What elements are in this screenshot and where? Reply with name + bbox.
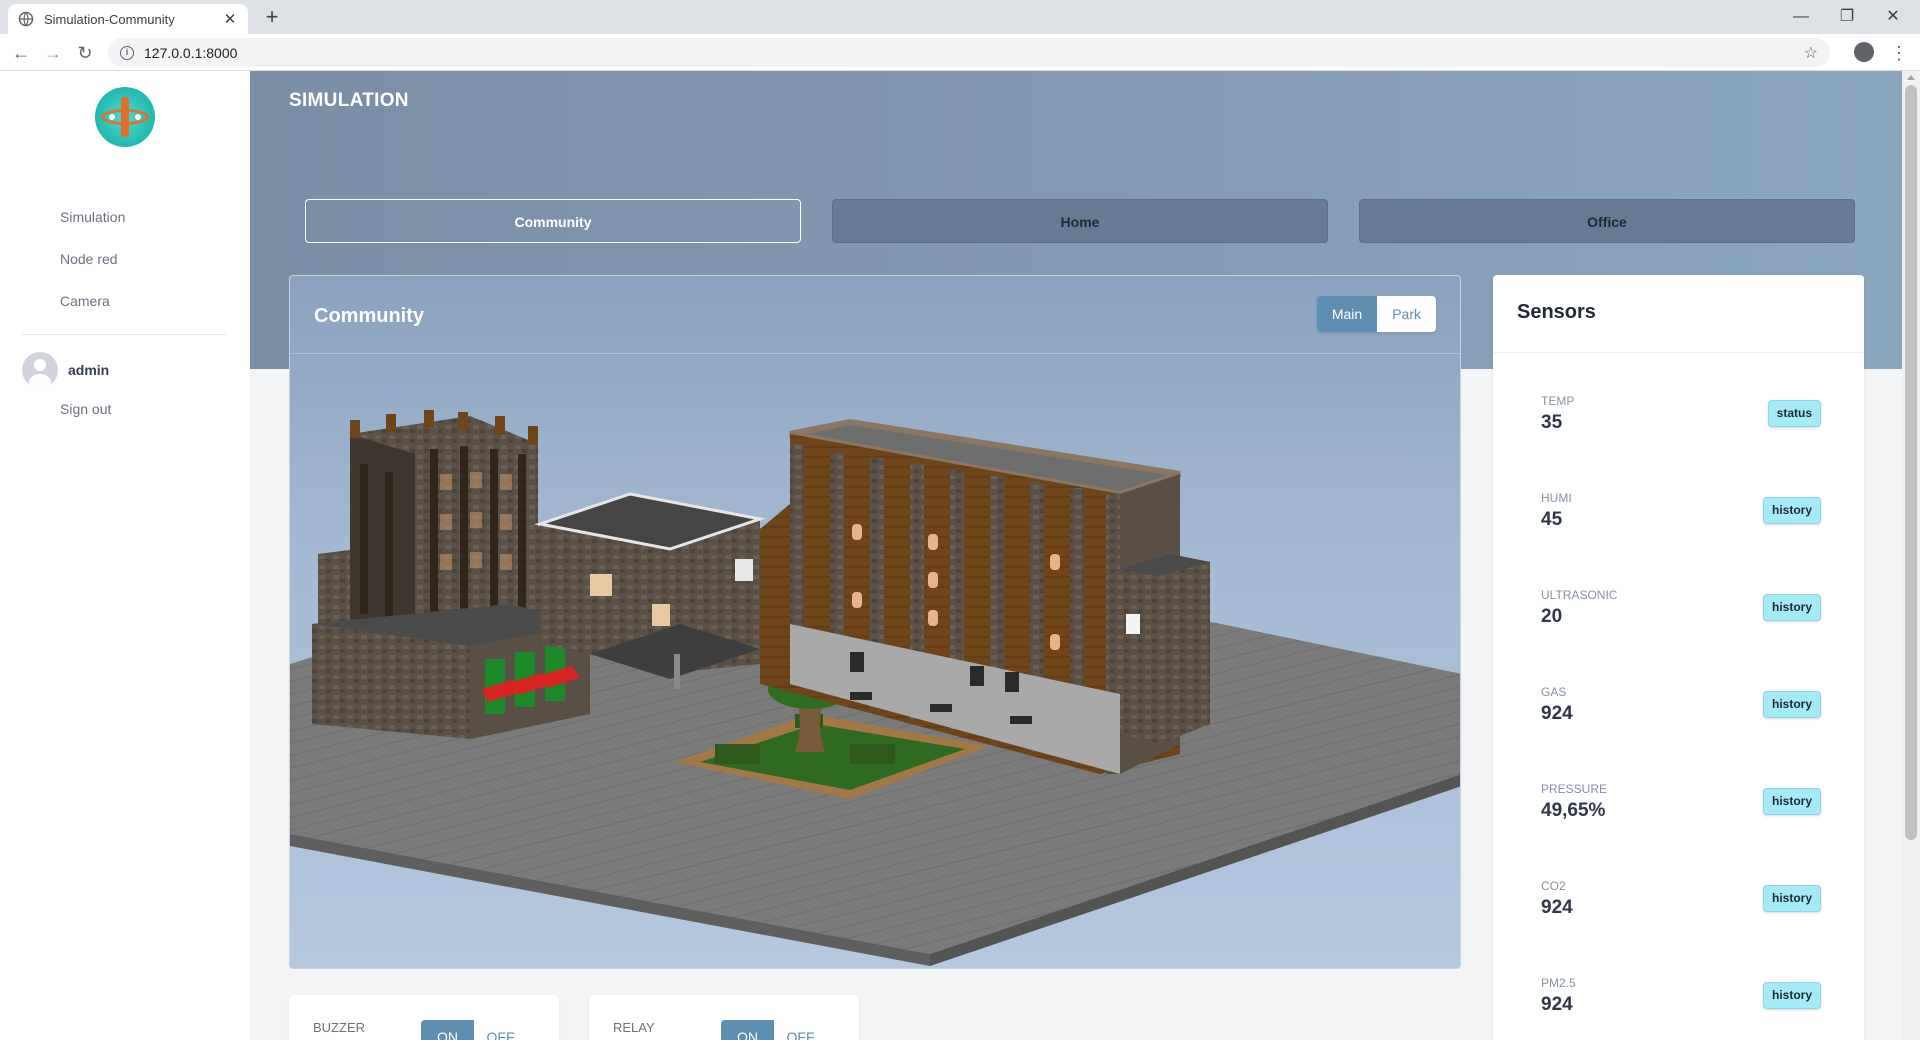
humi-history-button[interactable]: history xyxy=(1762,497,1821,524)
sensors-panel: Sensors TEMP 35 status HUMI 45 history U… xyxy=(1493,275,1864,1040)
address-bar[interactable]: i 127.0.0.1:8000 ☆ xyxy=(108,38,1830,67)
maximize-button[interactable]: ❐ xyxy=(1824,3,1870,31)
temp-status-button[interactable]: status xyxy=(1767,400,1821,427)
bookmark-star-icon[interactable]: ☆ xyxy=(1804,43,1818,63)
pm25-history-button[interactable]: history xyxy=(1762,982,1821,1009)
sensors-title: Sensors xyxy=(1493,275,1864,353)
sensor-ultrasonic: ULTRASONIC 20 history xyxy=(1541,588,1821,648)
forward-icon[interactable]: → xyxy=(41,41,65,65)
window-close-button[interactable]: ✕ xyxy=(1870,3,1916,31)
pressure-history-button[interactable]: history xyxy=(1762,788,1821,815)
tab-community[interactable]: Community xyxy=(305,199,801,243)
view-park-button[interactable]: Park xyxy=(1377,296,1436,332)
co2-history-button[interactable]: history xyxy=(1762,885,1821,912)
sign-out-link[interactable]: Sign out xyxy=(60,401,111,417)
gas-history-button[interactable]: history xyxy=(1762,691,1821,718)
scroll-up-icon[interactable] xyxy=(1907,75,1915,80)
3d-community-scene[interactable] xyxy=(290,354,1461,969)
tab-home[interactable]: Home xyxy=(832,199,1328,243)
url-text[interactable]: 127.0.0.1:8000 xyxy=(144,45,1804,61)
sensor-pm25: PM2.5 924 history xyxy=(1541,976,1821,1036)
sidebar-item-node-red[interactable]: Node red xyxy=(60,249,125,291)
browser-tab[interactable]: Simulation-Community ✕ xyxy=(8,4,248,34)
page: Simulation Node red Camera admin Sign ou… xyxy=(0,71,1920,1040)
tab-title: Simulation-Community xyxy=(44,11,175,27)
relay-control: RELAY ON OFF xyxy=(589,995,859,1040)
address-bar-row: ← → ↻ i 127.0.0.1:8000 ☆ ⋮ xyxy=(0,34,1920,71)
view-toggle: Main Park xyxy=(1316,296,1436,332)
user-name: admin xyxy=(68,362,110,378)
buzzer-on-button[interactable]: ON xyxy=(421,1020,474,1040)
sidebar-item-simulation[interactable]: Simulation xyxy=(60,207,125,249)
sensor-co2: CO2 924 history xyxy=(1541,879,1821,939)
control-label: RELAY xyxy=(613,1020,655,1035)
reload-icon[interactable]: ↻ xyxy=(73,41,97,65)
buzzer-switch: ON OFF xyxy=(421,1020,527,1040)
sensor-humi: HUMI 45 history xyxy=(1541,491,1821,551)
simulation-scene-card: Community Main Park xyxy=(289,275,1461,969)
user-profile[interactable]: admin xyxy=(22,352,109,388)
ultrasonic-history-button[interactable]: history xyxy=(1762,594,1821,621)
sensor-gas: GAS 924 history xyxy=(1541,685,1821,745)
scene-title: Community xyxy=(314,305,424,327)
view-main-button[interactable]: Main xyxy=(1316,296,1378,332)
scrollbar-thumb[interactable] xyxy=(1905,85,1917,840)
sidebar-divider xyxy=(22,334,226,335)
sensor-pressure: PRESSURE 49,65% history xyxy=(1541,782,1821,842)
main-content: SIMULATION Community Home Office Communi… xyxy=(250,71,1902,1040)
scene-header: Community Main Park xyxy=(290,276,1460,354)
page-title: SIMULATION xyxy=(289,90,409,111)
relay-on-button[interactable]: ON xyxy=(721,1020,774,1040)
back-icon[interactable]: ← xyxy=(9,41,33,65)
minimize-button[interactable]: — xyxy=(1778,3,1824,31)
account-icon[interactable] xyxy=(1854,42,1874,62)
site-info-icon[interactable]: i xyxy=(120,45,134,60)
avatar-icon xyxy=(22,352,58,388)
page-scrollbar[interactable] xyxy=(1902,71,1920,1040)
globe-icon xyxy=(18,11,34,27)
browser-tab-strip: Simulation-Community ✕ + — ❐ ✕ xyxy=(0,0,1920,34)
app-logo[interactable] xyxy=(95,87,155,147)
relay-switch: ON OFF xyxy=(721,1020,827,1040)
new-tab-button[interactable]: + xyxy=(260,6,284,30)
control-label: BUZZER xyxy=(313,1020,365,1035)
buzzer-off-button[interactable]: OFF xyxy=(474,1020,527,1040)
sensor-temp: TEMP 35 status xyxy=(1541,394,1821,454)
buzzer-control: BUZZER ON OFF xyxy=(289,995,559,1040)
sidebar-item-camera[interactable]: Camera xyxy=(60,291,125,333)
sidebar-nav: Simulation Node red Camera xyxy=(60,207,125,333)
tab-office[interactable]: Office xyxy=(1359,199,1855,243)
menu-kebab-icon[interactable]: ⋮ xyxy=(1890,42,1908,64)
relay-off-button[interactable]: OFF xyxy=(774,1020,827,1040)
sidebar: Simulation Node red Camera admin Sign ou… xyxy=(0,71,250,1040)
tab-close-icon[interactable]: ✕ xyxy=(222,10,238,28)
